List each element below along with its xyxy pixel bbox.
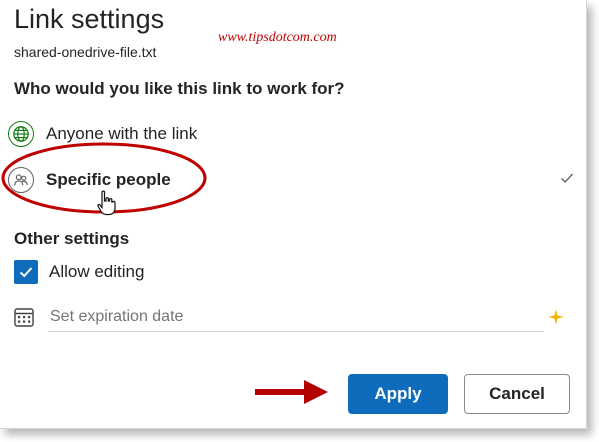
dialog-title: Link settings <box>14 4 165 34</box>
selected-checkmark-icon <box>561 173 573 183</box>
file-name: shared-onedrive-file.txt <box>14 44 157 60</box>
cancel-button[interactable]: Cancel <box>464 374 570 414</box>
other-settings-heading: Other settings <box>14 229 130 248</box>
apply-button[interactable]: Apply <box>348 374 448 414</box>
link-settings-dialog: Link settings shared-onedrive-file.txt w… <box>0 0 587 429</box>
expiration-date-input[interactable] <box>48 302 544 332</box>
sparkle-icon <box>548 309 564 325</box>
allow-editing-row[interactable]: Allow editing <box>14 259 144 285</box>
allow-editing-checkbox[interactable] <box>14 260 38 284</box>
audience-question: Who would you like this link to work for… <box>14 79 345 98</box>
watermark-text: www.tipsdotcom.com <box>218 30 337 45</box>
hand-cursor-icon <box>97 190 116 216</box>
checkmark-icon <box>19 267 33 278</box>
allow-editing-label: Allow editing <box>49 262 145 281</box>
calendar-icon[interactable] <box>13 306 35 328</box>
red-arrow-annotation <box>255 380 328 404</box>
